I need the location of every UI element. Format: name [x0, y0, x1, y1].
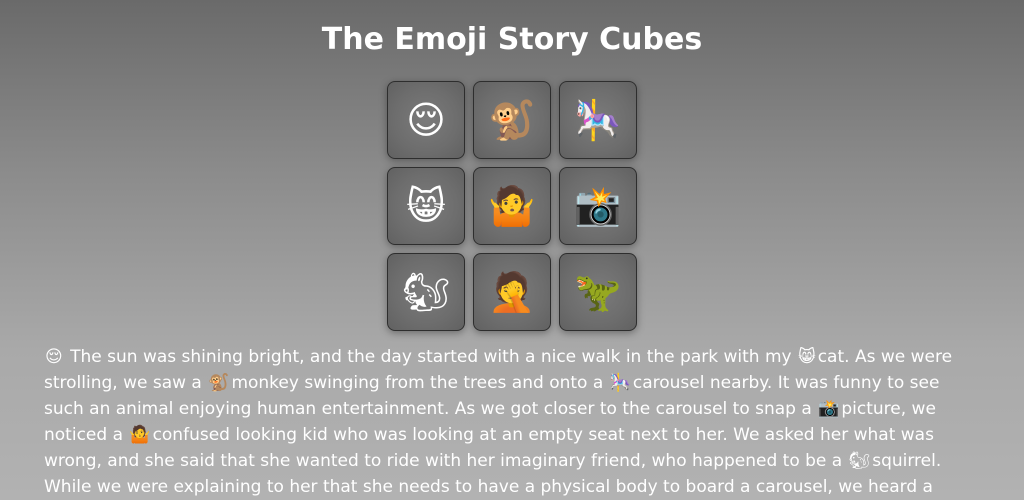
story-cube[interactable]: 😸: [387, 167, 465, 245]
story-cube[interactable]: 🤷: [473, 167, 551, 245]
story-text: 😌 The sun was shining bright, and the da…: [44, 344, 984, 500]
monkey-icon: 🐒: [488, 98, 536, 142]
relieved-face-icon: 😌: [45, 347, 63, 367]
story-cube[interactable]: 🐒: [473, 81, 551, 159]
page-title: The Emoji Story Cubes: [321, 22, 703, 57]
person-shrugging-icon: 🤷: [488, 184, 536, 228]
monkey-icon: 🐒: [208, 373, 230, 393]
story-cube[interactable]: 🦖: [559, 253, 637, 331]
camera-with-flash-icon: 📸: [574, 184, 622, 228]
story-cube[interactable]: 😌: [387, 81, 465, 159]
person-facepalming-icon: 🤦: [488, 270, 536, 314]
story-segment: The sun was shining bright, and the day …: [64, 347, 797, 367]
grinning-cat-icon: 😸: [797, 347, 816, 367]
story-cube[interactable]: 📸: [559, 167, 637, 245]
story-segment: confused looking kid who was looking at …: [44, 425, 934, 471]
story-cube[interactable]: 🤦: [473, 253, 551, 331]
emoji-story-app: The Emoji Story Cubes 😌 🐒 🎠 😸 🤷 📸 🐿 🤦 🦖 …: [0, 0, 1024, 500]
person-shrugging-icon: 🤷: [129, 425, 151, 445]
t-rex-icon: 🦖: [574, 270, 622, 314]
story-segment: monkey swinging from the trees and onto …: [231, 373, 609, 393]
carousel-horse-icon: 🎠: [609, 373, 631, 393]
chipmunk-icon: 🐿: [848, 451, 871, 471]
camera-with-flash-icon: 📸: [818, 399, 840, 419]
story-cube[interactable]: 🎠: [559, 81, 637, 159]
story-cubes-grid: 😌 🐒 🎠 😸 🤷 📸 🐿 🤦 🦖: [387, 81, 637, 331]
grinning-cat-icon: 😸: [406, 184, 446, 228]
carousel-horse-icon: 🎠: [574, 98, 622, 142]
chipmunk-icon: 🐿: [401, 270, 451, 314]
relieved-face-icon: 😌: [406, 98, 446, 142]
story-cube[interactable]: 🐿: [387, 253, 465, 331]
